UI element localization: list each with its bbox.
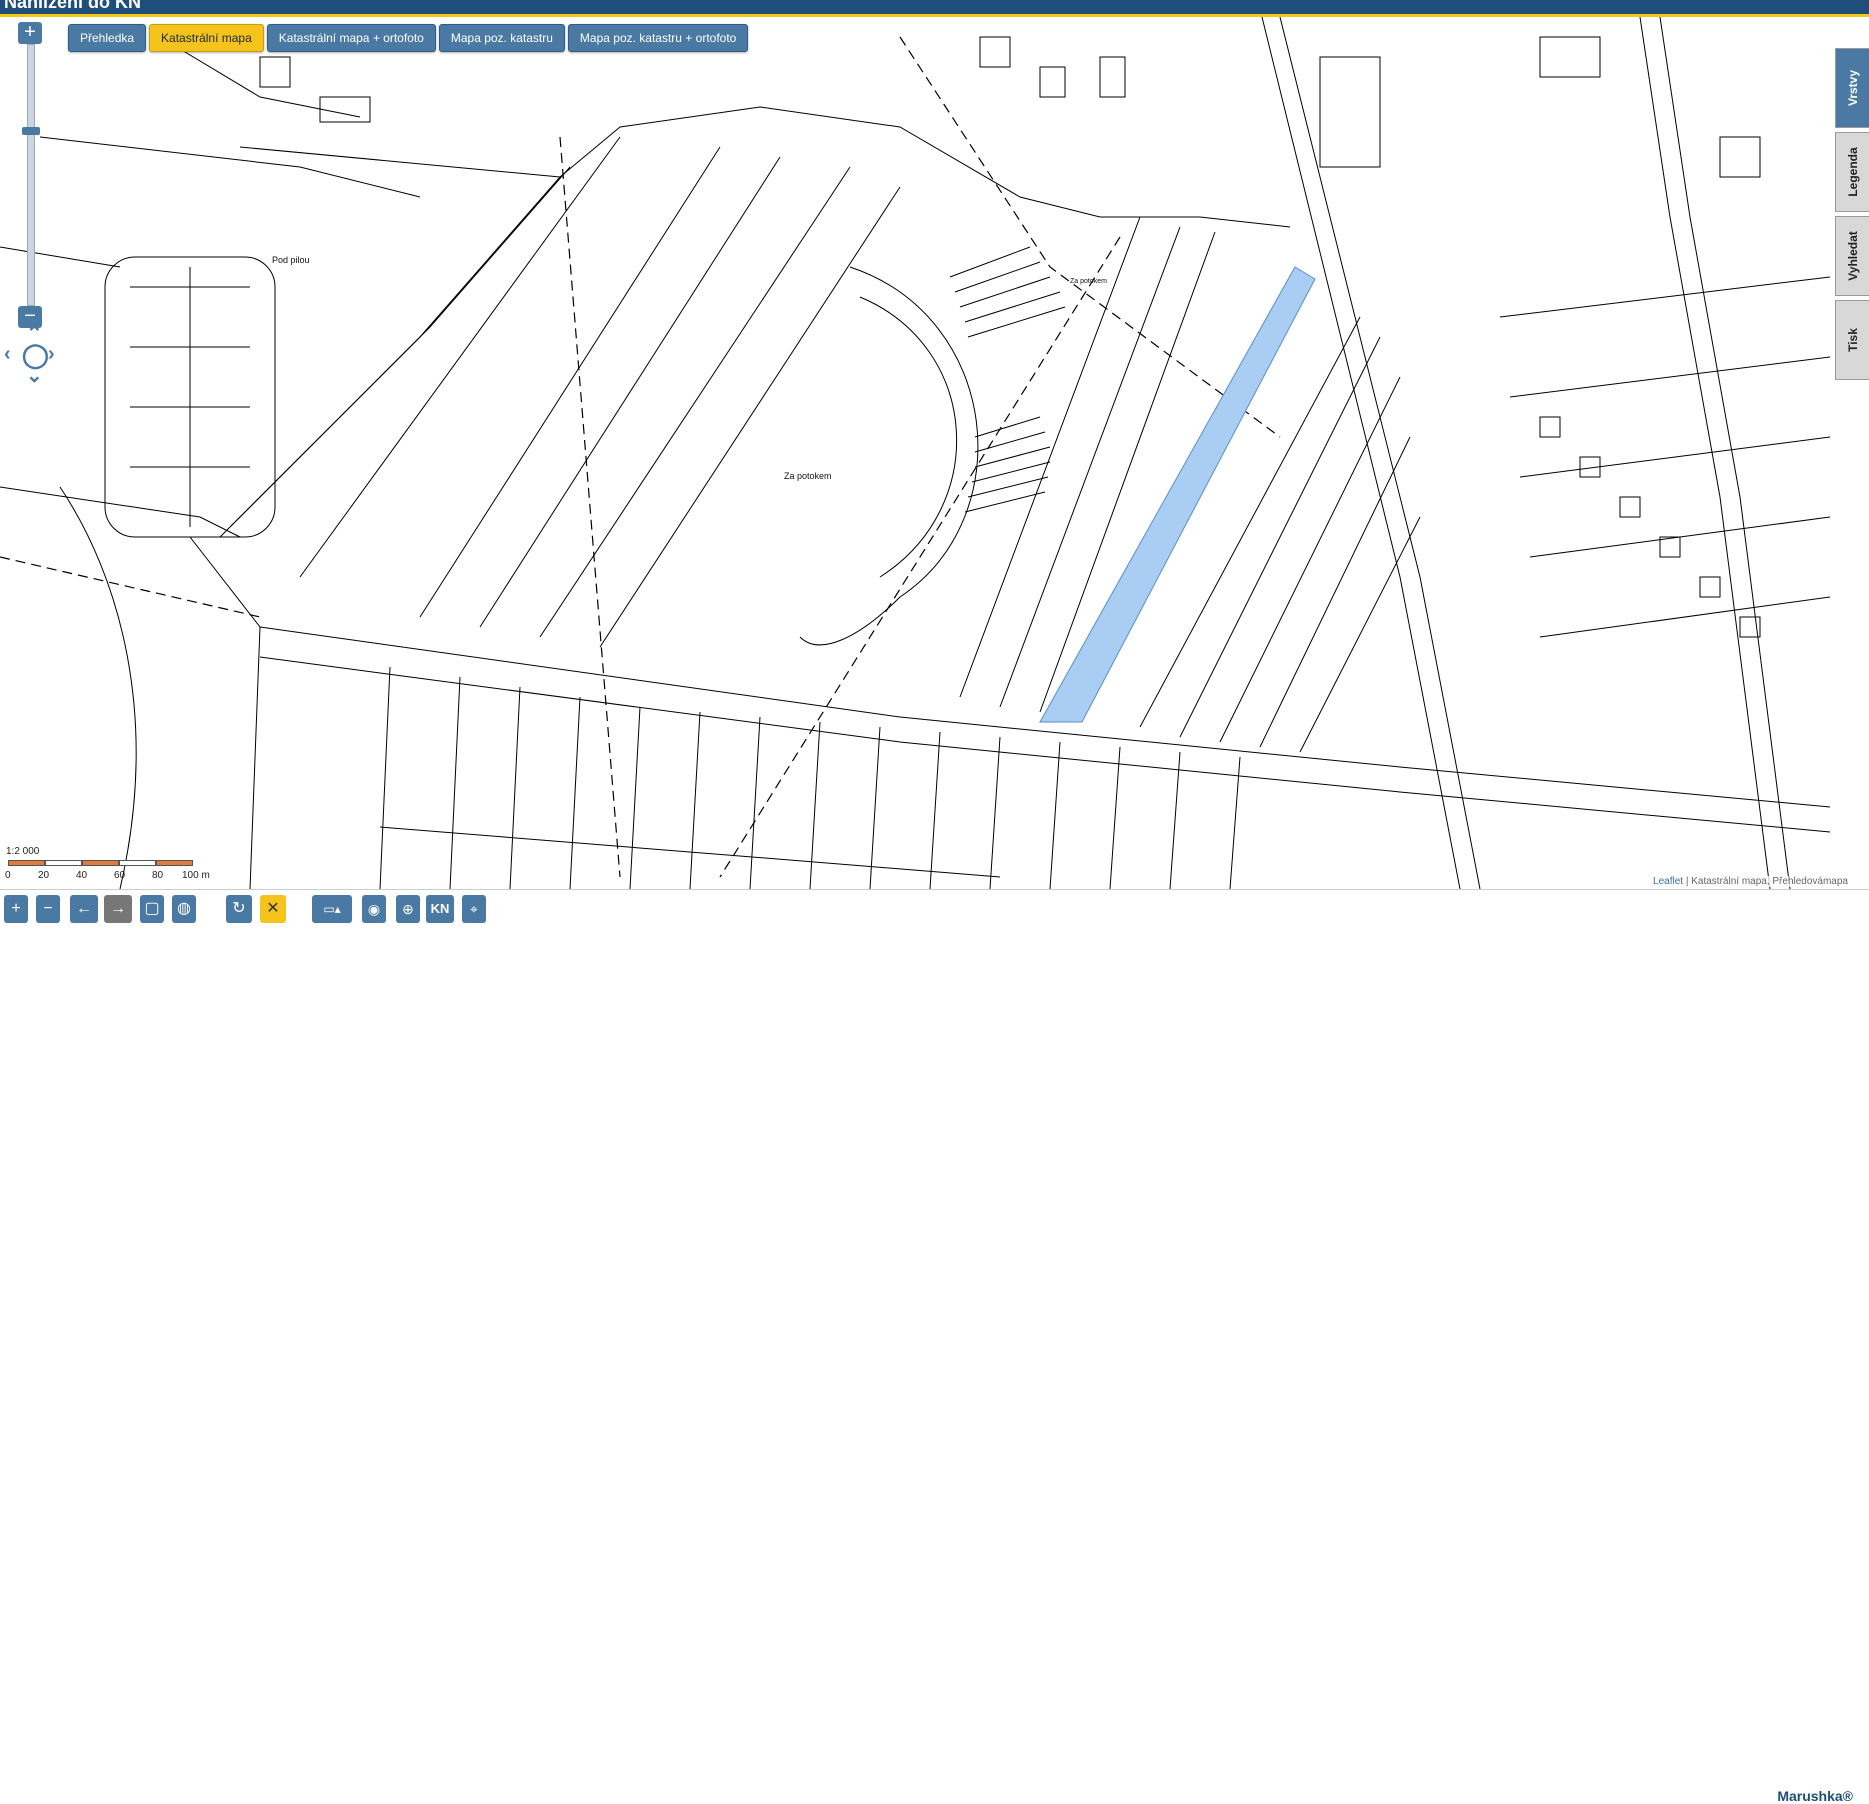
zoom-control: + −	[18, 22, 44, 328]
tab-mapa-poz-katastru[interactable]: Mapa poz. katastru	[438, 24, 565, 52]
map-attribution: Leaflet | Katastrální mapa, Přehledováma…	[1650, 876, 1851, 887]
zoom-slider-thumb[interactable]	[22, 127, 40, 135]
tab-katastralni-mapa-ortofoto[interactable]: Katastrální mapa + ortofoto	[266, 24, 436, 52]
tab-prehledka[interactable]: Přehledka	[68, 24, 147, 52]
cadastral-map[interactable]: Pod pilou Za potokem Za potokem	[0, 17, 1830, 889]
side-tab-vyhledat[interactable]: Vyhledat	[1835, 216, 1869, 296]
scale-tick: 40	[76, 870, 88, 881]
map-label-za-potokem-small: Za potokem	[1070, 278, 1107, 285]
scale-tick: 20	[38, 870, 50, 881]
map-label-pod-pilou: Pod pilou	[272, 255, 310, 265]
map-drawing	[0, 17, 1830, 889]
map-type-tabs: Přehledka Katastrální mapa Katastrální m…	[68, 24, 749, 52]
pan-control: ⌃ ‹ ◯ › ⌄	[2, 323, 62, 388]
bottom-toolbar: + − ← → ▢ ◍ ↻ ✕ ▭▴ ◉ ⊕ KN ⌖ Marushka®	[0, 889, 1869, 1804]
side-tab-label: Vrstvy	[1846, 69, 1860, 107]
side-tab-label: Tisk	[1846, 328, 1860, 352]
scale-tick: 0	[5, 870, 11, 881]
select-area-icon[interactable]: ▢	[140, 895, 164, 923]
kn-button[interactable]: KN	[426, 895, 454, 923]
side-tab-tisk[interactable]: Tisk	[1835, 300, 1869, 380]
pan-right-icon[interactable]: ›	[48, 343, 55, 366]
tab-katastralni-mapa[interactable]: Katastrální mapa	[149, 24, 264, 52]
side-tab-vrstvy[interactable]: Vrstvy	[1835, 48, 1869, 128]
side-tab-label: Legenda	[1846, 147, 1860, 197]
pan-left-icon[interactable]: ‹	[4, 343, 11, 366]
info-pin-icon[interactable]: ⌖	[462, 895, 486, 923]
clear-icon[interactable]: ✕	[260, 895, 286, 923]
leaflet-link[interactable]: Leaflet	[1653, 876, 1683, 887]
side-tab-legenda[interactable]: Legenda	[1835, 132, 1869, 212]
brand-logo: Marushka®	[1777, 1788, 1853, 1804]
zoom-in-button[interactable]: +	[18, 22, 42, 44]
side-tab-label: Vyhledat	[1846, 231, 1860, 281]
scale-tick: 80	[152, 870, 164, 881]
zoom-out-icon[interactable]: −	[36, 895, 60, 923]
globe-icon[interactable]: ◍	[172, 895, 196, 923]
zoom-in-icon[interactable]: +	[4, 895, 28, 923]
attribution-text: | Katastrální mapa, Přehledovámapa	[1683, 876, 1848, 887]
side-panel-tabs: Vrstvy Legenda Vyhledat Tisk	[1835, 48, 1869, 384]
back-arrow-icon[interactable]: ←	[70, 895, 98, 923]
pan-down-icon[interactable]: ⌄	[26, 363, 43, 388]
zoom-slider[interactable]	[22, 44, 40, 306]
tab-mapa-poz-katastru-ortofoto[interactable]: Mapa poz. katastru + ortofoto	[567, 24, 749, 52]
refresh-icon[interactable]: ↻	[226, 895, 252, 923]
map-label-za-potokem: Za potokem	[784, 471, 832, 481]
scale-tick: 100 m	[182, 870, 210, 881]
crosshair-icon[interactable]: ⊕	[396, 895, 420, 923]
scale-bar	[8, 860, 193, 866]
app-title: Nahlížení do KN	[4, 0, 142, 12]
app-header: Nahlížení do KN	[0, 0, 1869, 17]
scale-ratio: 1:2 000	[6, 846, 40, 857]
measure-icon[interactable]: ▭▴	[312, 895, 352, 923]
scale-tick: 60	[114, 870, 126, 881]
forward-arrow-icon[interactable]: →	[104, 895, 132, 923]
location-pin-icon[interactable]: ◉	[362, 895, 386, 923]
